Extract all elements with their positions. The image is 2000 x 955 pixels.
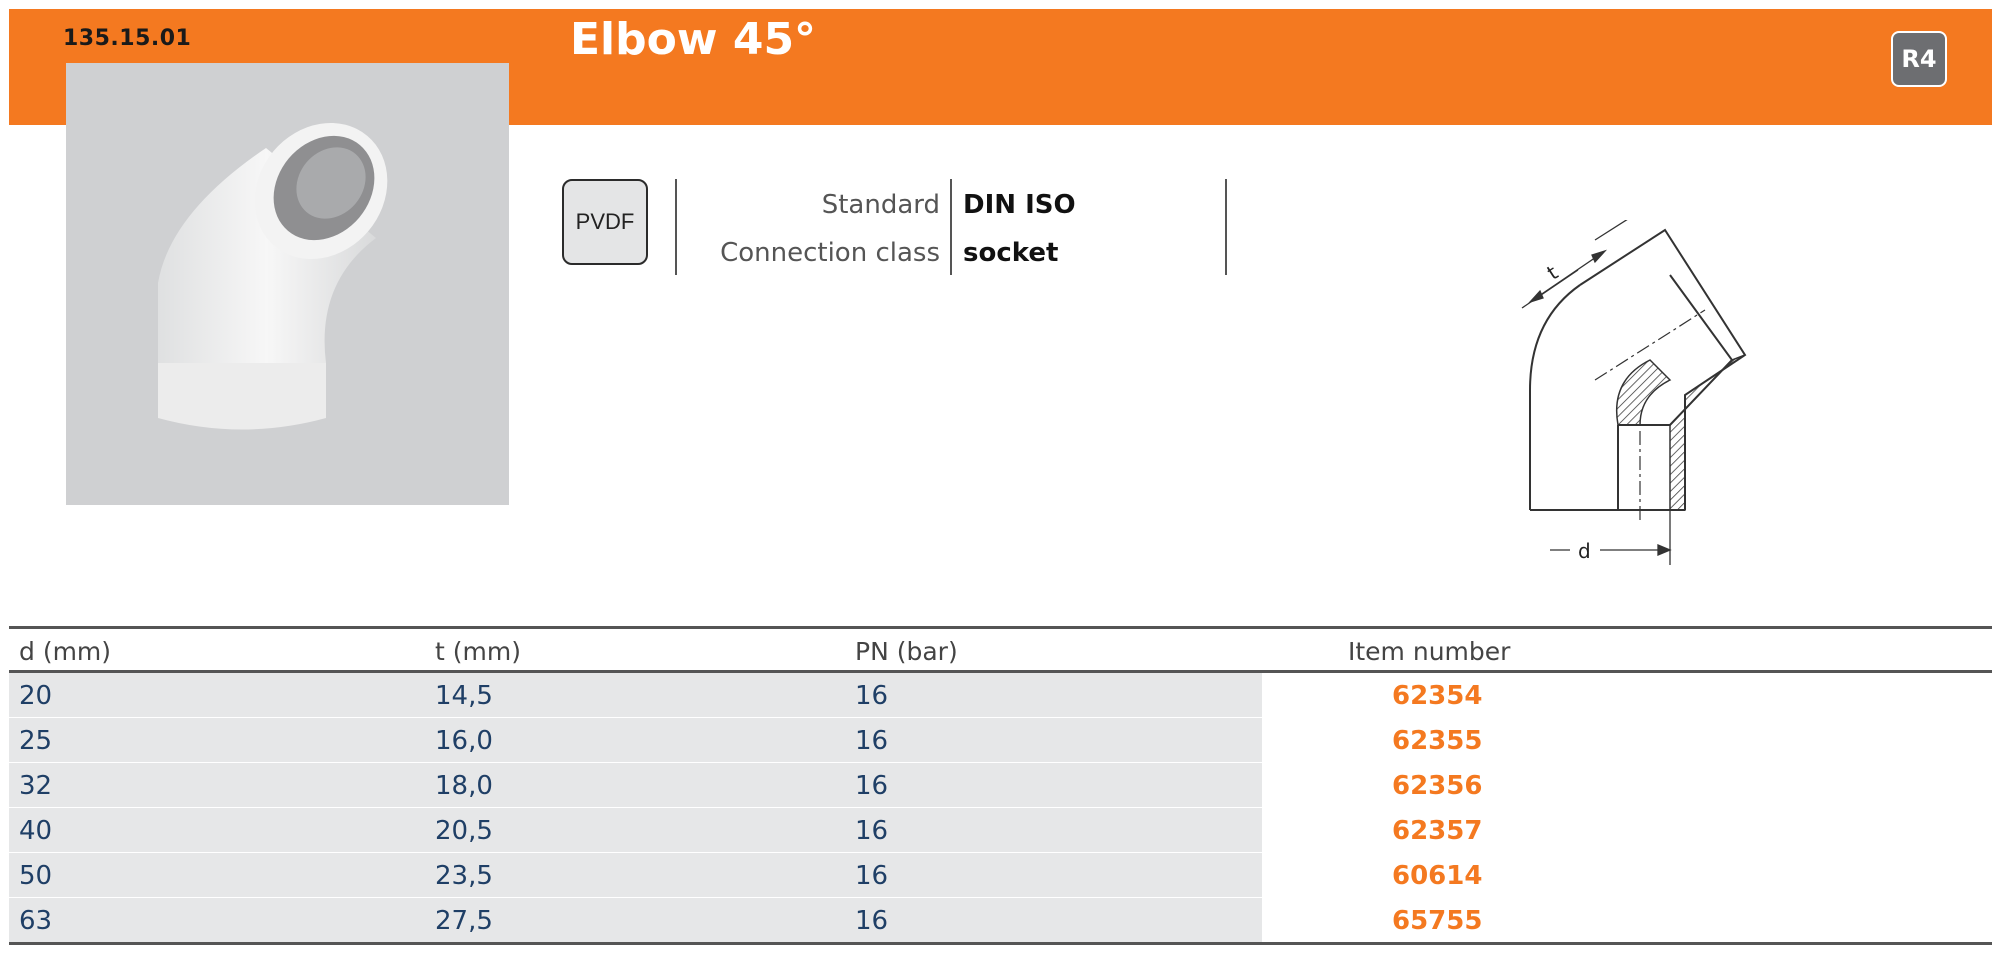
cell-d: 50 [19,861,53,891]
material-badge: PVDF [562,179,648,265]
product-photo [66,63,509,505]
elbow-section-diagram: t d [1521,204,1747,565]
cell-pn: 16 [855,861,889,891]
column-header: d (mm) [19,637,112,666]
cell-item-number: 62357 [1392,816,1483,846]
table-row: 63 27,5 16 65755 [9,898,1992,945]
cell-d: 40 [19,816,53,846]
cell-t: 16,0 [435,726,493,756]
cell-item-number: 62355 [1392,726,1483,756]
cell-item-number: 62356 [1392,771,1483,801]
cell-t: 18,0 [435,771,493,801]
dimension-d-label: d [1578,539,1591,563]
column-header: PN (bar) [855,637,958,666]
cell-item-number: 60614 [1392,861,1483,891]
table-row: 50 23,5 16 60614 [9,853,1992,898]
cell-pn: 16 [855,816,889,846]
pressure-rating-badge: R4 [1891,31,1947,87]
table-row: 40 20,5 16 62357 [9,808,1992,853]
cell-t: 14,5 [435,681,493,711]
page-title: Elbow 45° [570,14,817,65]
cell-d: 25 [19,726,53,756]
cell-d: 32 [19,771,53,801]
cell-pn: 16 [855,771,889,801]
divider [675,179,677,275]
cell-t: 27,5 [435,906,493,936]
dimensions-table: d (mm) t (mm) PN (bar) Item number 20 14… [9,626,1992,945]
spec-value-connection-class: socket [963,238,1059,268]
cell-d: 63 [19,906,53,936]
table-row: 20 14,5 16 62354 [9,673,1992,718]
product-code: 135.15.01 [63,26,192,51]
cell-t: 20,5 [435,816,493,846]
column-header: t (mm) [435,637,521,666]
cell-pn: 16 [855,726,889,756]
cell-item-number: 62354 [1392,681,1483,711]
table-header: d (mm) t (mm) PN (bar) Item number [9,626,1992,673]
spec-label-standard: Standard [821,190,940,220]
cell-t: 23,5 [435,861,493,891]
elbow-photo-illustration [66,63,509,505]
column-header: Item number [1348,637,1511,666]
table-row: 32 18,0 16 62356 [9,763,1992,808]
divider [950,179,952,275]
cell-pn: 16 [855,906,889,936]
dimension-t-label: t [1543,260,1563,284]
spec-value-standard: DIN ISO [963,190,1076,220]
cell-item-number: 65755 [1392,906,1483,936]
table-row: 25 16,0 16 62355 [9,718,1992,763]
divider [1225,179,1227,275]
cell-d: 20 [19,681,53,711]
technical-drawing: t d [1500,204,1780,575]
cell-pn: 16 [855,681,889,711]
spec-label-connection-class: Connection class [720,238,940,268]
